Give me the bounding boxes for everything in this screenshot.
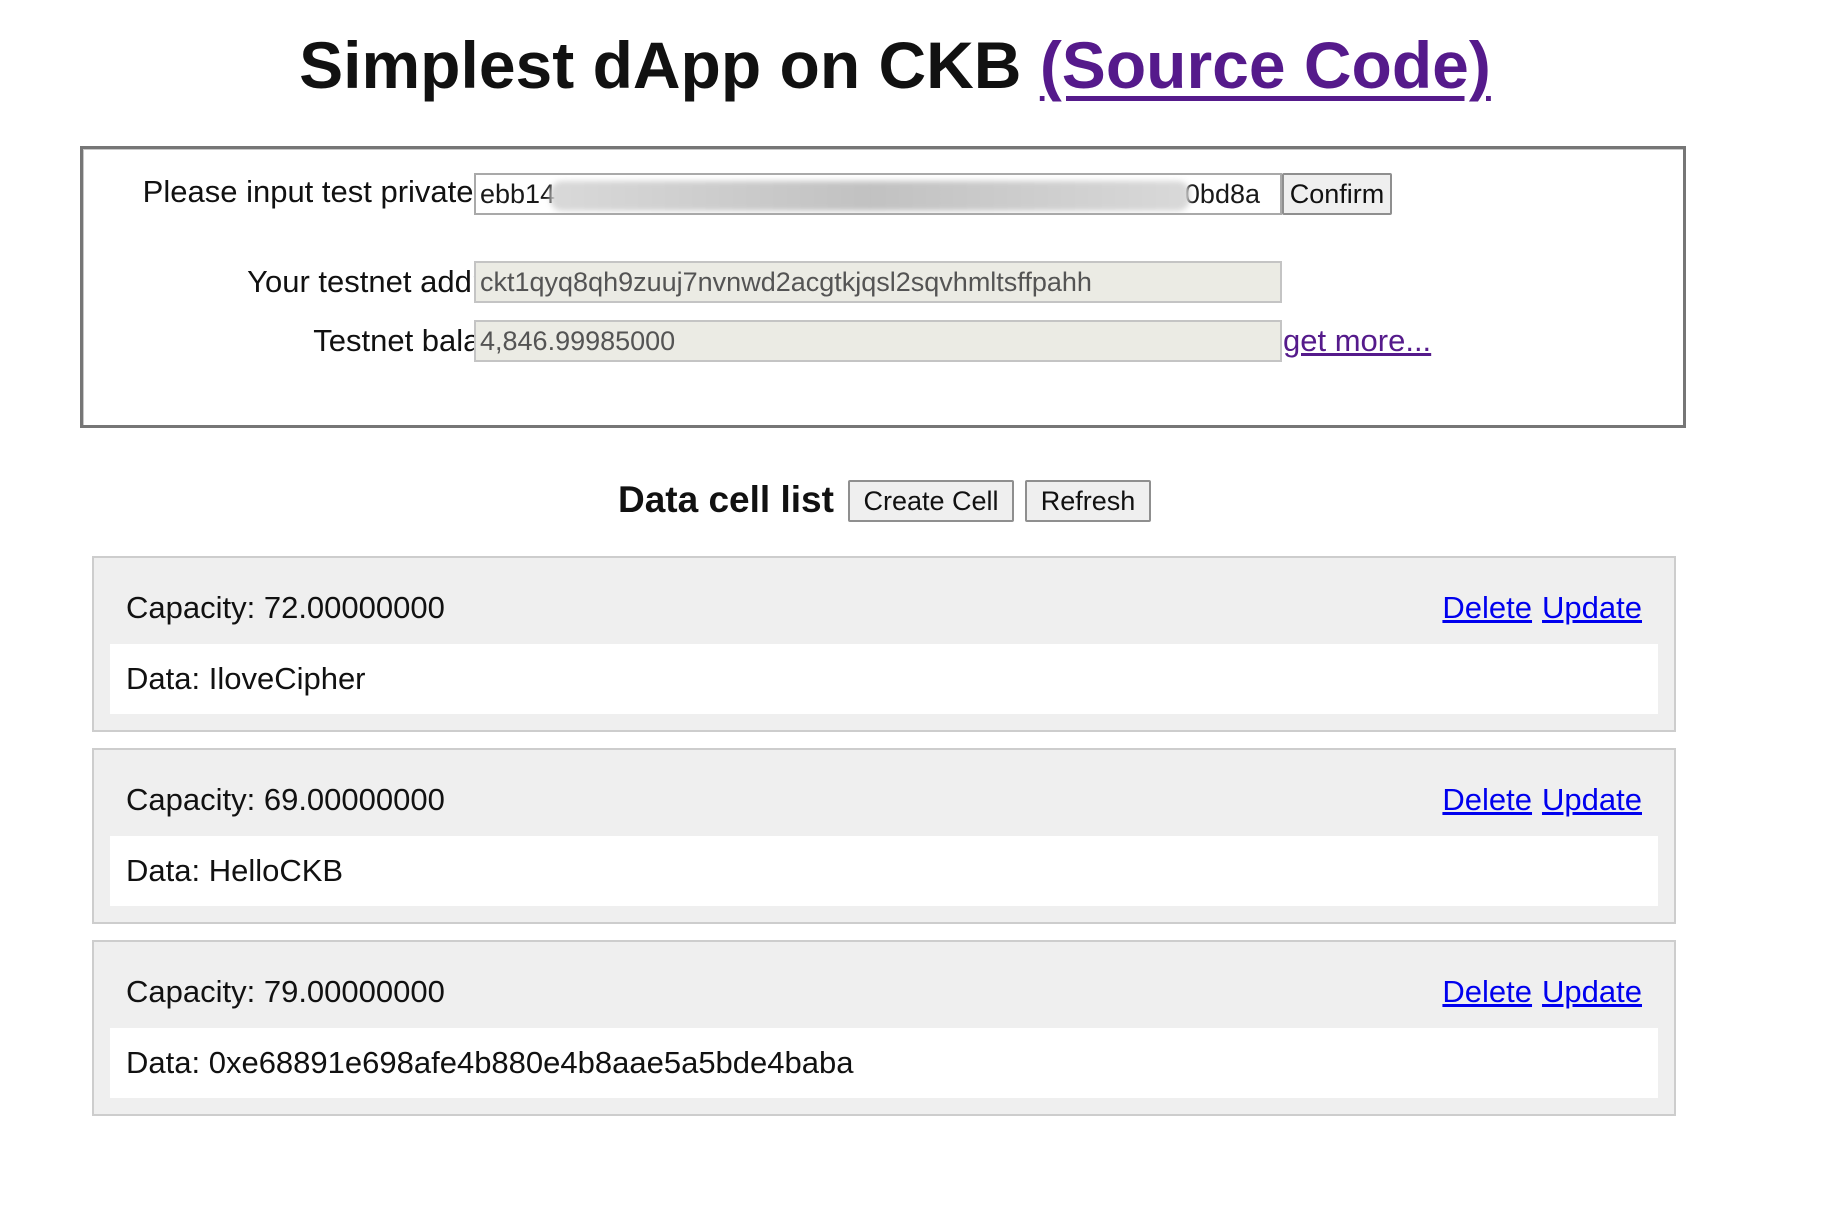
cell-capacity: Capacity: 69.00000000 <box>126 782 445 817</box>
cell-capacity: Capacity: 79.00000000 <box>126 974 445 1009</box>
update-link[interactable]: Update <box>1542 974 1642 1009</box>
get-more-link[interactable]: get more... <box>1283 322 1431 360</box>
cell-data: Data: IloveCipher <box>126 661 366 696</box>
cell-data-box: Data: IloveCipher <box>110 644 1658 714</box>
page-title-text: Simplest dApp on CKB <box>299 28 1022 102</box>
create-cell-button[interactable]: Create Cell <box>848 480 1014 522</box>
delete-link[interactable]: Delete <box>1442 590 1532 625</box>
redaction-blur <box>550 181 1190 211</box>
update-link[interactable]: Update <box>1542 590 1642 625</box>
cell-card: Capacity: 72.00000000 Delete Update Data:… <box>92 556 1676 732</box>
testnet-address-field[interactable]: ckt1qyq8qh9zuuj7nvnwd2acgtkjqsl2sqvhmlts… <box>474 261 1282 303</box>
account-panel: Please input test private key: ebb14 0bd… <box>80 146 1686 428</box>
cell-data-box: Data: HelloCKB <box>110 836 1658 906</box>
cell-list-header: Data cell list Create Cell Refresh <box>0 474 1828 526</box>
private-key-input[interactable]: ebb14 0bd8a <box>474 173 1282 215</box>
cell-actions: Delete Update <box>1442 780 1642 820</box>
cell-data: Data: 0xe68891e698afe4b880e4b8aae5a5bde4… <box>126 1045 854 1080</box>
cell-data: Data: HelloCKB <box>126 853 344 888</box>
cell-actions: Delete Update <box>1442 972 1642 1012</box>
private-key-visible-start: ebb14 <box>480 179 556 209</box>
private-key-visible-end: 0bd8a <box>1184 179 1260 209</box>
testnet-balance-field[interactable]: 4,846.99985000 <box>474 320 1282 362</box>
cell-capacity: Capacity: 72.00000000 <box>126 590 445 625</box>
refresh-button[interactable]: Refresh <box>1025 480 1151 522</box>
delete-link[interactable]: Delete <box>1442 974 1532 1009</box>
update-link[interactable]: Update <box>1542 782 1642 817</box>
source-code-link[interactable]: (Source Code) <box>1040 28 1491 102</box>
delete-link[interactable]: Delete <box>1442 782 1532 817</box>
confirm-button[interactable]: Confirm <box>1282 173 1392 215</box>
cell-card: Capacity: 79.00000000 Delete Update Data:… <box>92 940 1676 1116</box>
cell-data-box: Data: 0xe68891e698afe4b880e4b8aae5a5bde4… <box>110 1028 1658 1098</box>
cell-list-title: Data cell list <box>618 479 834 520</box>
page-title: Simplest dApp on CKB (Source Code) <box>0 24 1790 106</box>
cell-actions: Delete Update <box>1442 588 1642 628</box>
cell-card: Capacity: 69.00000000 Delete Update Data:… <box>92 748 1676 924</box>
